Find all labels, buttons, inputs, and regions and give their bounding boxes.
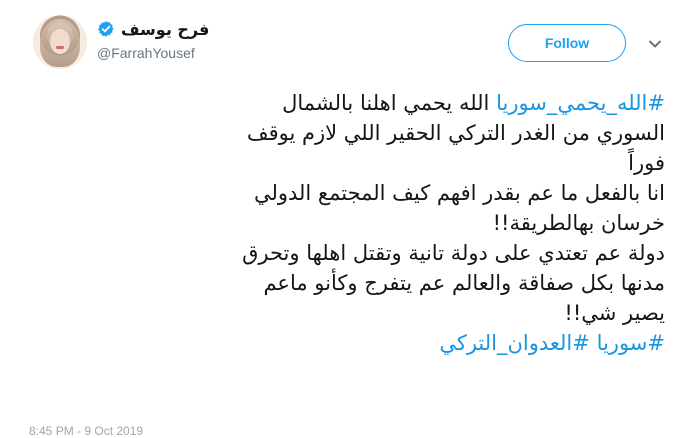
tweet-line-7: مدنها بكل صفاقة والعالم عم يتفرج وكأنو م… <box>263 271 665 295</box>
tweet-line-3: فوراً <box>628 151 665 175</box>
avatar-face-shape <box>50 29 70 54</box>
tweet-line-2: السوري من الغدر التركي الحقير اللي لازم … <box>246 121 665 145</box>
tweet-line-4: انا بالفعل ما عم بقدر افهم كيف المجتمع ا… <box>253 181 665 205</box>
display-name[interactable]: فرح يوسف <box>121 20 209 39</box>
tweet-line-9: #سوريا #العدوان_التركي <box>27 328 665 358</box>
tweet-line-5: خرسان بهالطريقة!! <box>492 211 665 235</box>
name-row[interactable]: فرح يوسف <box>97 17 209 41</box>
chevron-down-icon[interactable] <box>648 39 662 49</box>
tweet-header: فرح يوسف @FarrahYousef Follow <box>0 0 700 86</box>
username[interactable]: @FarrahYousef <box>97 45 195 61</box>
verified-badge-icon <box>98 21 114 37</box>
hashtag-link[interactable]: #الله_يحمي_سوريا <box>496 91 665 115</box>
tweet-text-fragment: الله يحمي اهلنا بالشمال <box>282 91 497 115</box>
avatar[interactable] <box>33 15 87 69</box>
avatar-mouth-shape <box>56 46 64 49</box>
tweet-line-6: دولة عم تعتدي على دولة تانية وتقتل اهلها… <box>242 241 665 265</box>
tweet-card: فرح يوسف @FarrahYousef Follow #الله_يحمي… <box>0 0 700 438</box>
tweet-line-8: يصير شي!! <box>564 301 665 325</box>
hashtag-link[interactable]: #العدوان_التركي <box>439 331 590 355</box>
tweet-line-1: #الله_يحمي_سوريا الله يحمي اهلنا بالشمال <box>27 88 665 118</box>
hashtag-link[interactable]: #سوريا <box>597 331 665 355</box>
timestamp[interactable]: 8:45 PM - 9 Oct 2019 <box>29 424 143 438</box>
follow-button[interactable]: Follow <box>508 24 626 62</box>
tweet-text: #الله_يحمي_سوريا الله يحمي اهلنا بالشمال… <box>27 88 665 358</box>
